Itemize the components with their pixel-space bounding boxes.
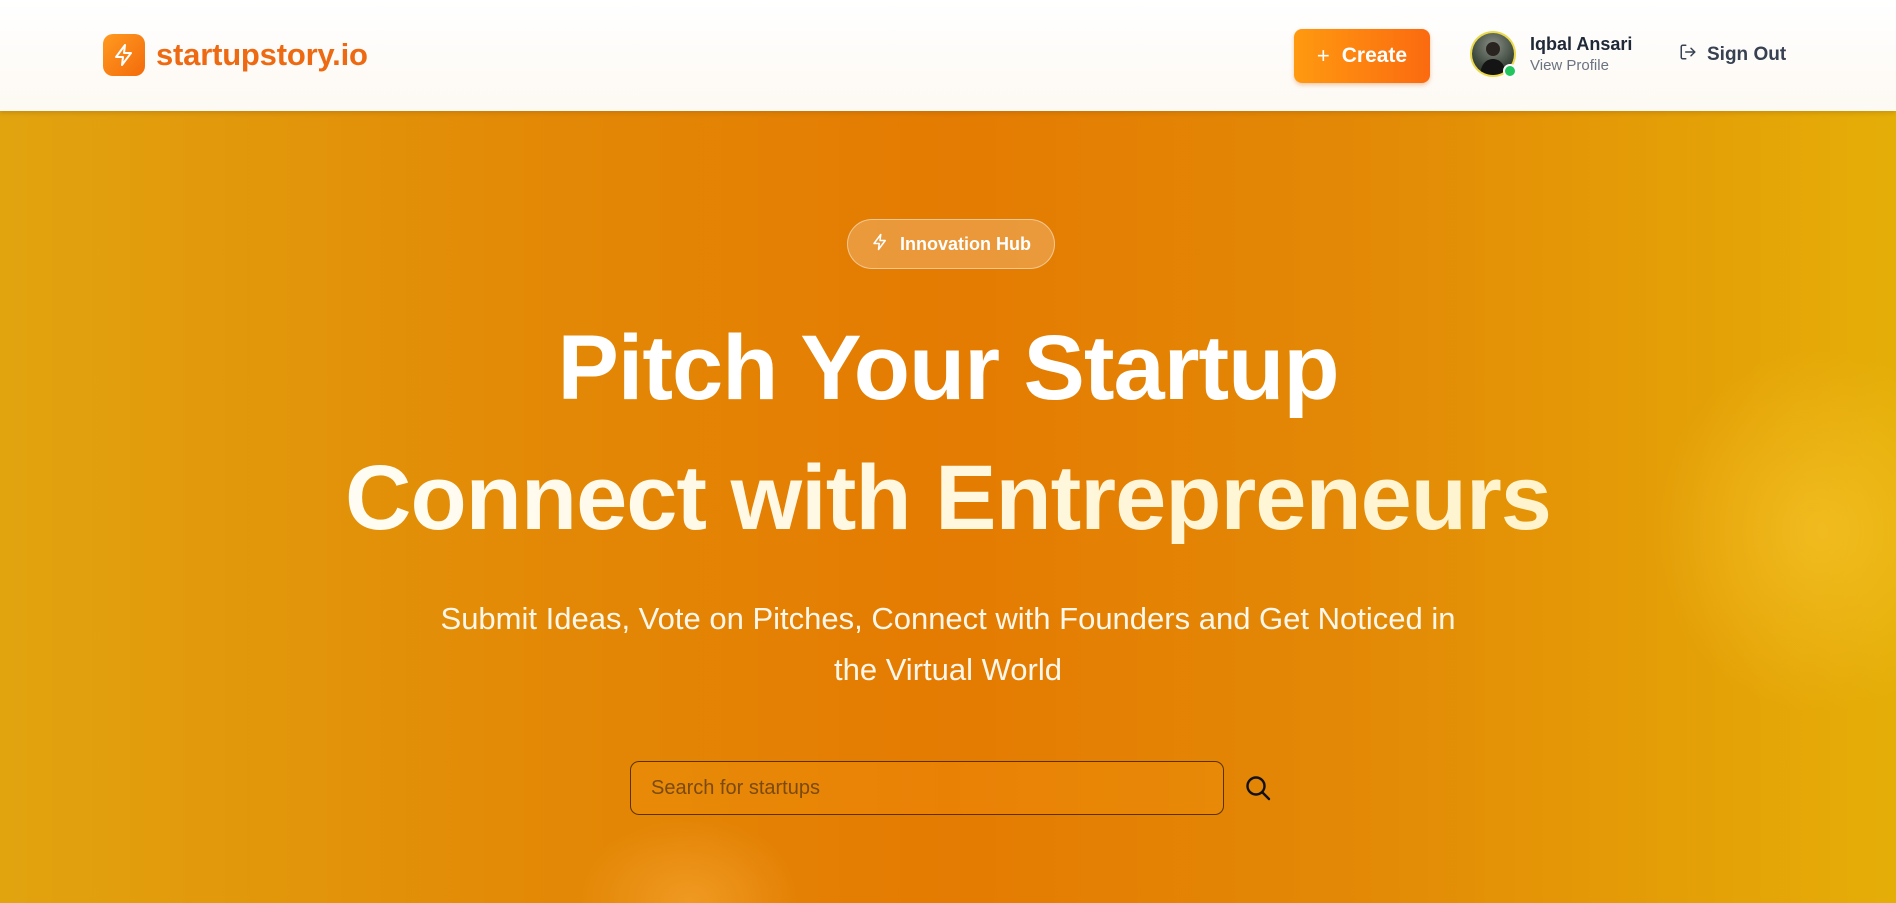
online-status-indicator bbox=[1503, 64, 1517, 78]
search-button[interactable] bbox=[1244, 774, 1272, 802]
hero-headline-line2: Connect with Entrepreneurs bbox=[0, 452, 1896, 544]
create-button-label: Create bbox=[1341, 44, 1408, 67]
plus-icon: + bbox=[1316, 43, 1330, 68]
profile-text: Iqbal Ansari View Profile bbox=[1530, 34, 1632, 75]
hero-subheading: Submit Ideas, Vote on Pitches, Connect w… bbox=[440, 601, 1456, 687]
search-icon bbox=[1244, 776, 1272, 805]
hero-headline-line1: Pitch Your Startup bbox=[557, 317, 1339, 419]
hero-section: Innovation Hub Pitch Your Startup Connec… bbox=[0, 111, 1896, 903]
avatar[interactable] bbox=[1470, 31, 1517, 78]
sign-out-label: Sign Out bbox=[1707, 44, 1787, 65]
brand-name: startupstory.io bbox=[156, 37, 368, 72]
brand-link[interactable]: startupstory.io bbox=[103, 34, 368, 76]
badge-label: Innovation Hub bbox=[900, 233, 1031, 254]
navbar: startupstory.io + Create Iqbal Ansari Vi… bbox=[0, 0, 1896, 111]
sign-out-button[interactable]: Sign Out bbox=[1679, 43, 1786, 67]
lightning-icon bbox=[103, 34, 145, 76]
user-name: Iqbal Ansari bbox=[1530, 33, 1633, 54]
create-button[interactable]: + Create bbox=[1294, 29, 1430, 83]
user-profile[interactable]: Iqbal Ansari View Profile bbox=[1470, 31, 1632, 78]
logout-icon bbox=[1679, 43, 1697, 67]
view-profile-link[interactable]: View Profile bbox=[1530, 57, 1632, 74]
innovation-hub-badge: Innovation Hub bbox=[847, 219, 1055, 269]
lightning-icon bbox=[871, 233, 889, 256]
search-input[interactable] bbox=[630, 761, 1224, 815]
